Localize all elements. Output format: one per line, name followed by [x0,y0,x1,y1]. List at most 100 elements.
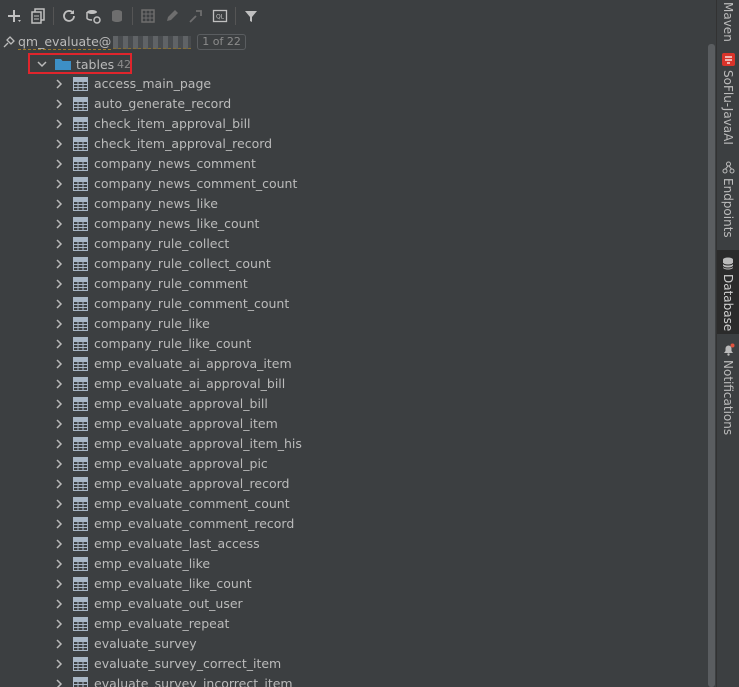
table-row[interactable]: company_rule_collect_count [0,254,716,274]
table-row[interactable]: evaluate_survey [0,634,716,654]
table-row[interactable]: check_item_approval_bill [0,114,716,134]
tab-database[interactable]: Database [717,250,739,334]
connection-name: qm_evaluate@ [18,33,112,50]
chevron-right-icon[interactable] [54,458,64,470]
table-name: company_rule_comment_count [94,296,290,311]
filter-icon[interactable] [241,5,261,27]
chevron-right-icon[interactable] [54,498,64,510]
chevron-right-icon[interactable] [54,438,64,450]
table-row[interactable]: company_rule_comment [0,274,716,294]
chevron-right-icon[interactable] [54,98,64,110]
chevron-right-icon[interactable] [54,338,64,350]
table-row[interactable]: evaluate_survey_correct_item [0,654,716,674]
schema-counter-badge[interactable]: 1 of 22 [197,34,246,50]
chevron-right-icon[interactable] [54,418,64,430]
table-icon [73,97,88,111]
chevron-right-icon[interactable] [54,298,64,310]
chevron-right-icon[interactable] [54,158,64,170]
tab-notifications[interactable]: Notifications [717,342,739,435]
tab-maven[interactable]: Maven [717,2,739,42]
chevron-right-icon[interactable] [54,318,64,330]
tab-sofiu-javaai[interactable]: SoFlu-JavaAI [717,52,739,145]
chevron-right-icon[interactable] [54,598,64,610]
table-icon [73,597,88,611]
table-name: company_news_like_count [94,216,260,231]
tab-notifications-label: Notifications [721,360,735,436]
chevron-right-icon[interactable] [54,538,64,550]
table-row[interactable]: emp_evaluate_approval_item [0,414,716,434]
chevron-right-icon[interactable] [54,178,64,190]
chevron-right-icon[interactable] [54,558,64,570]
chevron-right-icon[interactable] [54,78,64,90]
table-icon [73,617,88,631]
table-row[interactable]: company_rule_like [0,314,716,334]
table-row[interactable]: emp_evaluate_comment_record [0,514,716,534]
table-name: emp_evaluate_out_user [94,596,243,611]
chevron-right-icon[interactable] [54,678,64,687]
table-row[interactable]: emp_evaluate_approval_bill [0,394,716,414]
tab-endpoints[interactable]: Endpoints [717,160,739,238]
tables-group-label: tables [76,57,115,72]
chevron-right-icon[interactable] [54,518,64,530]
chevron-right-icon[interactable] [54,578,64,590]
chevron-right-icon[interactable] [54,198,64,210]
table-icon [73,177,88,191]
table-row[interactable]: access_main_page [0,74,716,94]
chevron-right-icon[interactable] [54,398,64,410]
chevron-right-icon[interactable] [54,278,64,290]
table-row[interactable]: company_rule_collect [0,234,716,254]
chevron-right-icon[interactable] [54,378,64,390]
chevron-down-icon[interactable] [36,58,48,70]
table-icon [73,517,88,531]
table-row[interactable]: emp_evaluate_approval_record [0,474,716,494]
database-toolbar: QL [0,0,716,32]
table-row[interactable]: auto_generate_record [0,94,716,114]
table-row[interactable]: emp_evaluate_approval_item_his [0,434,716,454]
table-icon [73,157,88,171]
table-row[interactable]: company_news_comment [0,154,716,174]
table-row[interactable]: emp_evaluate_ai_approval_bill [0,374,716,394]
refresh-icon[interactable] [59,5,79,27]
table-row[interactable]: emp_evaluate_like [0,554,716,574]
table-row[interactable]: emp_evaluate_ai_approva_item [0,354,716,374]
table-icon [73,77,88,91]
table-row[interactable]: check_item_approval_record [0,134,716,154]
table-name: emp_evaluate_approval_item_his [94,436,302,451]
chevron-right-icon[interactable] [54,658,64,670]
redacted-host [113,35,192,49]
table-row[interactable]: company_news_like_count [0,214,716,234]
chevron-right-icon[interactable] [54,618,64,630]
table-row[interactable]: emp_evaluate_like_count [0,574,716,594]
schema-settings-icon[interactable] [83,5,103,27]
connection-row[interactable]: qm_evaluate@ 1 of 22 [0,32,716,52]
table-row[interactable]: company_news_like [0,194,716,214]
table-row[interactable]: company_rule_like_count [0,334,716,354]
chevron-right-icon[interactable] [54,478,64,490]
table-icon [73,657,88,671]
table-icon [73,237,88,251]
chevron-right-icon[interactable] [54,258,64,270]
add-icon[interactable] [4,5,24,27]
table-name: emp_evaluate_comment_record [94,516,295,531]
chevron-right-icon[interactable] [54,138,64,150]
chevron-right-icon[interactable] [54,358,64,370]
chevron-right-icon[interactable] [54,638,64,650]
properties-icon[interactable] [28,5,48,27]
table-row[interactable]: company_news_comment_count [0,174,716,194]
chevron-right-icon[interactable] [54,238,64,250]
svg-text:QL: QL [216,14,225,21]
table-row[interactable]: emp_evaluate_out_user [0,594,716,614]
table-row[interactable]: emp_evaluate_comment_count [0,494,716,514]
jump-to-source-icon [186,5,206,27]
table-row[interactable]: emp_evaluate_last_access [0,534,716,554]
edit-icon [162,5,182,27]
tab-maven-label: Maven [721,2,735,42]
chevron-right-icon[interactable] [54,118,64,130]
table-row[interactable]: emp_evaluate_repeat [0,614,716,634]
scrollbar-thumb[interactable] [708,44,715,687]
table-row[interactable]: emp_evaluate_approval_pic [0,454,716,474]
chevron-right-icon[interactable] [54,218,64,230]
table-row[interactable]: company_rule_comment_count [0,294,716,314]
table-row[interactable]: evaluate_survey_incorrect_item [0,674,716,687]
sql-console-icon[interactable]: QL [210,5,230,27]
